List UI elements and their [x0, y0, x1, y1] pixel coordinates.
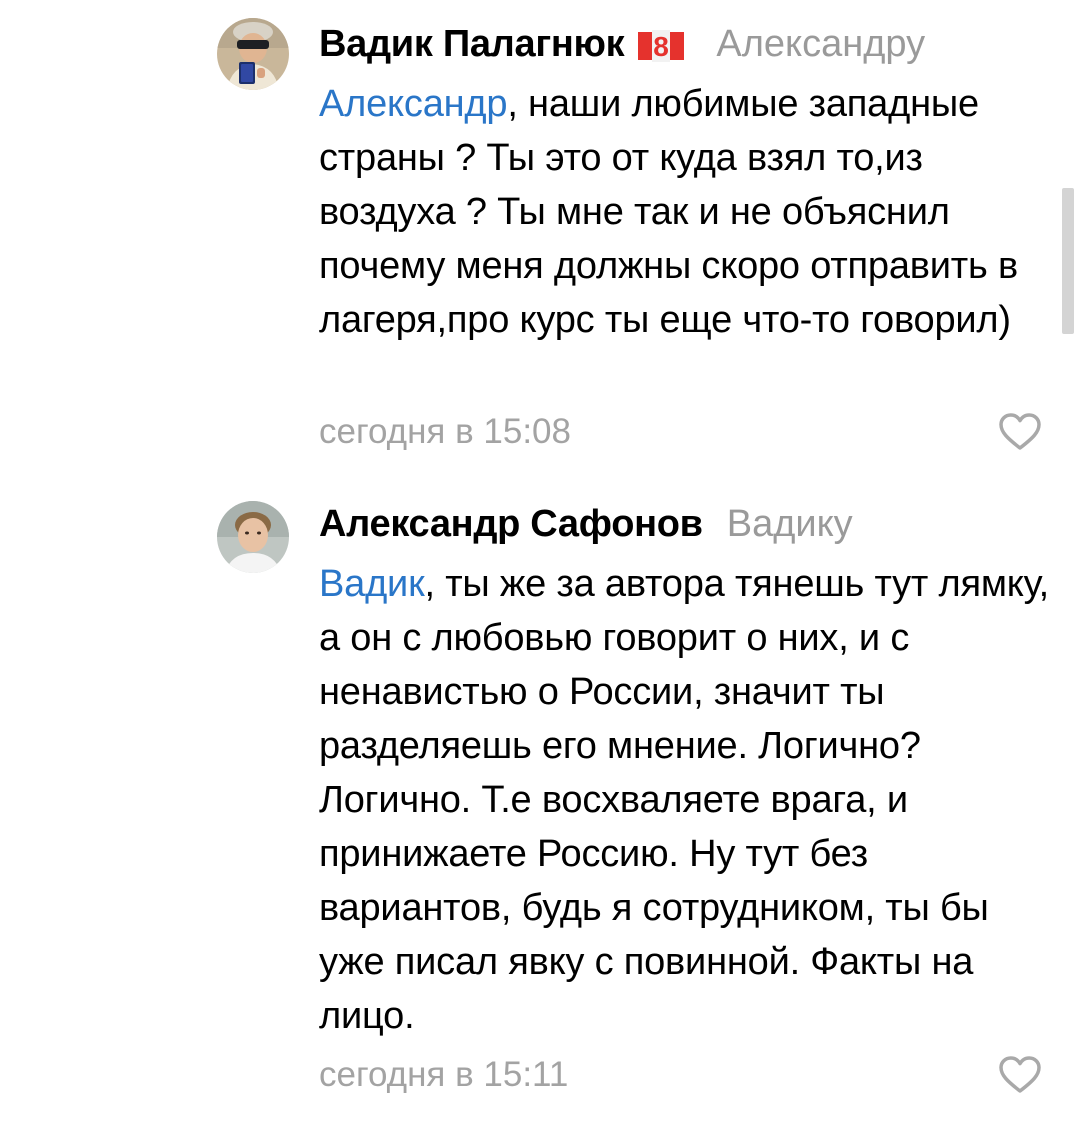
author-name[interactable]: Александр Сафонов [319, 502, 703, 546]
comment-header: Вадик Палагнюк 8 Александру [319, 22, 925, 66]
comment-text: Вадик, ты же за автора тянешь тут лямку,… [319, 557, 1049, 1043]
comment-text: Александр, наши любимые западные страны … [319, 77, 1049, 347]
mention-link[interactable]: Александр [319, 83, 508, 125]
mention-link[interactable]: Вадик [319, 563, 425, 605]
svg-text:8: 8 [654, 31, 670, 62]
comment-header: Александр Сафонов Вадику [319, 502, 853, 546]
like-button[interactable] [997, 412, 1043, 452]
heart-outline-icon [999, 413, 1041, 450]
scrollbar[interactable] [1062, 188, 1074, 334]
reply-to-label[interactable]: Александру [716, 22, 925, 66]
avatar-photo-icon [217, 501, 289, 573]
reply-to-label[interactable]: Вадику [727, 502, 853, 546]
avatar[interactable] [217, 18, 289, 90]
comment-item: Вадик Палагнюк 8 Александру Александр, н… [0, 0, 1080, 470]
like-button[interactable] [997, 1055, 1043, 1095]
comment-timestamp: сегодня в 15:08 [319, 412, 571, 451]
avatar-photo-icon [217, 18, 289, 90]
comment-item: Александр Сафонов Вадику Вадик, ты же за… [0, 470, 1080, 1125]
heart-outline-icon [999, 1056, 1041, 1093]
avatar[interactable] [217, 501, 289, 573]
number-8-badge-icon: 8 [638, 28, 685, 62]
comment-timestamp: сегодня в 15:11 [319, 1055, 569, 1094]
author-name[interactable]: Вадик Палагнюк [319, 22, 625, 66]
comment-body: , ты же за автора тянешь тут лямку, а он… [319, 563, 1049, 1037]
